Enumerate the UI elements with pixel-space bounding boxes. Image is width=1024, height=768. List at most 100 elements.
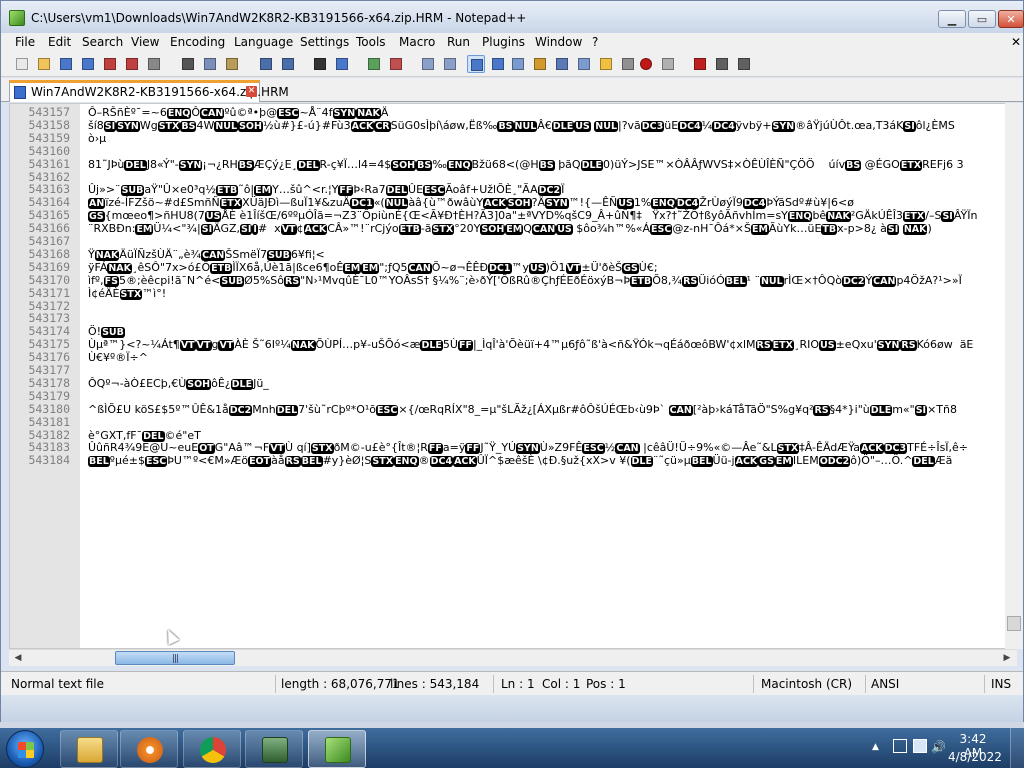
text-line[interactable]: ANïzé-ÍFZšö~#d£SmñÑETXXÜäJÐì—ßuÏ1¥&zuÄDC…: [88, 196, 854, 210]
menu-run[interactable]: Run: [447, 35, 470, 49]
taskbar-notepadpp-button[interactable]: [308, 730, 366, 768]
text-line[interactable]: Ì¢éÄÈSTX™ì°!: [88, 287, 166, 300]
status-encoding[interactable]: ANSI: [871, 677, 899, 691]
text-line[interactable]: BELºµé±$ESCÞU™º<€M»ÆöEOTàåRS BEL#y}èØ¦SST…: [88, 454, 952, 468]
tab-active-file[interactable]: Win7AndW2K8R2-KB3191566-x64.zip.HRM ✕: [9, 80, 289, 102]
menu-tools[interactable]: Tools: [356, 35, 386, 49]
status-eol[interactable]: Macintosh (CR): [761, 677, 852, 691]
close-all-button[interactable]: [123, 55, 141, 73]
print-button[interactable]: [145, 55, 163, 73]
menu-macro[interactable]: Macro: [399, 35, 435, 49]
text-run: REFj6 3: [922, 157, 964, 171]
minimize-button[interactable]: ▁: [938, 10, 966, 28]
save-macro-button[interactable]: [735, 55, 753, 73]
menu-help[interactable]: ?: [592, 35, 598, 49]
cut-button[interactable]: [179, 55, 197, 73]
show-desktop-button[interactable]: [1010, 728, 1024, 768]
text-content[interactable]: Ô–RŠñÈº¯=~6ENQÔCANºû©ª•þ@ESC~Å¨4fSYN NAKÄ…: [84, 104, 1012, 648]
text-line[interactable]: ÿFÁNAK¸êSÔ"7x>ó£ÕETBÌÏX6å,Úè1ã|ßce6¶oÊEM…: [88, 261, 658, 274]
close-button[interactable]: [101, 55, 119, 73]
volume-icon[interactable]: 🔊: [931, 740, 946, 754]
text-line[interactable]: ÔQº¬-àÒ£ECþ,€ÙSOHôÊ¿DLEJü_: [88, 377, 269, 390]
vertical-scroll-thumb[interactable]: [1007, 616, 1021, 631]
text-line[interactable]: ŸNAKÄüÏÑzšÙÄ¨„è¾CANŠSmëÏ7SUB6¥fi¦<: [88, 248, 325, 261]
control-char-badge: SOH: [391, 159, 417, 171]
text-line[interactable]: ší8SI SYNWgSTX BS4WNUL SOH½ù#}£-ú}#Fù3ACK CR…: [88, 119, 955, 132]
taskbar-explorer-button[interactable]: [60, 730, 118, 768]
redo-button[interactable]: [279, 55, 297, 73]
show-all-chars-button[interactable]: [489, 55, 507, 73]
save-all-button[interactable]: [79, 55, 97, 73]
taskbar-chrome-button[interactable]: [183, 730, 241, 768]
paste-button[interactable]: [223, 55, 241, 73]
horizontal-scroll-thumb[interactable]: |||: [115, 651, 235, 665]
menu-edit[interactable]: Edit: [48, 35, 71, 49]
title-bar[interactable]: C:\Users\vm1\Downloads\Win7AndW2K8R2-KB3…: [1, 1, 1024, 33]
text-line[interactable]: ò›µ: [88, 132, 106, 145]
zoom-out-button[interactable]: [387, 55, 405, 73]
taskbar-system-monitor-button[interactable]: [245, 730, 303, 768]
monitor-button[interactable]: [619, 55, 637, 73]
text-line[interactable]: Ö!SUB: [88, 325, 125, 339]
network-icon[interactable]: [913, 739, 927, 753]
clock-date[interactable]: 4/8/2022: [948, 750, 1002, 764]
menu-search[interactable]: Search: [82, 35, 123, 49]
undo-button[interactable]: [257, 55, 275, 73]
sync-horizontal-button[interactable]: [441, 55, 459, 73]
doc-map-button[interactable]: [553, 55, 571, 73]
menu-plugins[interactable]: Plugins: [482, 35, 525, 49]
vertical-scrollbar[interactable]: [1005, 103, 1023, 649]
folder-workspace-button[interactable]: [597, 55, 615, 73]
text-line[interactable]: ìfº,FS5®;èêcpi!ã¯N^é<SUBØ5%SôRS"N›¹MvqûÈ…: [88, 274, 962, 287]
menu-view[interactable]: View: [131, 35, 159, 49]
status-line: Ln : 1: [501, 677, 535, 691]
taskbar-media-player-button[interactable]: [120, 730, 178, 768]
maximize-button[interactable]: ▭: [968, 10, 996, 28]
record-macro-button[interactable]: [637, 55, 655, 73]
user-defined-lang-button[interactable]: [531, 55, 549, 73]
close-document-icon[interactable]: ✕: [1011, 35, 1021, 49]
scroll-left-arrow-icon[interactable]: ◀: [10, 651, 26, 666]
copy-button[interactable]: [201, 55, 219, 73]
indent-guide-button[interactable]: [509, 55, 527, 73]
action-center-flag-icon[interactable]: [893, 739, 907, 753]
show-hidden-icons-icon[interactable]: ▲: [872, 742, 879, 752]
function-list-button[interactable]: [575, 55, 593, 73]
find-button[interactable]: [311, 55, 329, 73]
text-line[interactable]: Ûj»>¨SUBaŸ"Û×e0³q½ETB˜ô|EMY…šû^<r.¦YFFÞ‹…: [88, 183, 564, 197]
control-char-badge: ESC: [144, 456, 168, 468]
stop-record-button[interactable]: [659, 55, 677, 73]
text-line[interactable]: ¨RXBÐn:EMÜ¼<"¾|SIÄGZ,SI I# xVT¢ACKCÂ»™!¨r…: [88, 222, 932, 236]
text-line[interactable]: ^ßÌÕ£U köS£$5º™ÛÊ&1åDC2MnhDEL7'šù˜rCþº*O…: [88, 403, 957, 416]
control-char-badge: VT: [280, 224, 297, 236]
text-line[interactable]: GS{mœeo¶>ñHU8(7USÅÈ è1ÎíšŒ/6ººµÓÎã=¬Z3¨Õ…: [88, 209, 977, 223]
menu-window[interactable]: Window: [535, 35, 582, 49]
menu-encoding[interactable]: Encoding: [170, 35, 225, 49]
tab-close-icon[interactable]: ✕: [246, 86, 257, 97]
word-wrap-button[interactable]: [467, 55, 485, 73]
run-macro-multiple-button[interactable]: [713, 55, 731, 73]
close-button[interactable]: ✕: [998, 10, 1024, 28]
sync-vertical-button[interactable]: [419, 55, 437, 73]
text-line[interactable]: è°GXT,fF¯DEL©é"eT: [88, 429, 201, 442]
save-button[interactable]: [57, 55, 75, 73]
text-line[interactable]: Ùµª™}<?~¼Át¶VT VTgVTÀÈ Š˜6Iº¼NAKÕÙPÍ…p¥-u…: [88, 338, 973, 352]
text-line[interactable]: Ù€¥º®Ï÷^: [88, 351, 148, 364]
status-insert-mode[interactable]: INS: [991, 677, 1011, 691]
open-file-button[interactable]: [35, 55, 53, 73]
scroll-right-arrow-icon[interactable]: ▶: [999, 651, 1015, 666]
start-button[interactable]: [6, 730, 44, 768]
new-file-button[interactable]: [13, 55, 31, 73]
horizontal-scrollbar[interactable]: ◀ ||| ▶: [9, 649, 1017, 666]
text-line[interactable]: Ô–RŠñÈº¯=~6ENQÔCANºû©ª•þ@ESC~Å¨4fSYN NAKÄ: [88, 106, 388, 119]
menu-file[interactable]: File: [15, 35, 35, 49]
play-macro-button[interactable]: [691, 55, 709, 73]
text-run: ÜióÓ: [698, 273, 725, 287]
replace-button[interactable]: [333, 55, 351, 73]
menu-settings[interactable]: Settings: [300, 35, 349, 49]
zoom-in-button[interactable]: [365, 55, 383, 73]
menu-language[interactable]: Language: [234, 35, 293, 49]
text-line[interactable]: 81˜JÞùDELJ8«Ý"-SYN¡¬¿RHBSÆÇý¿E¸DELR-ç¥Ï……: [88, 158, 964, 171]
editor-area[interactable]: 543157 543158 543159 543160 543161 543162 5431…: [9, 103, 1017, 649]
text-line[interactable]: ÛûñR4¾9E@U~euEOTG"Aâ™¬FVTÙ qí]STXðM©-u£è…: [88, 441, 968, 455]
